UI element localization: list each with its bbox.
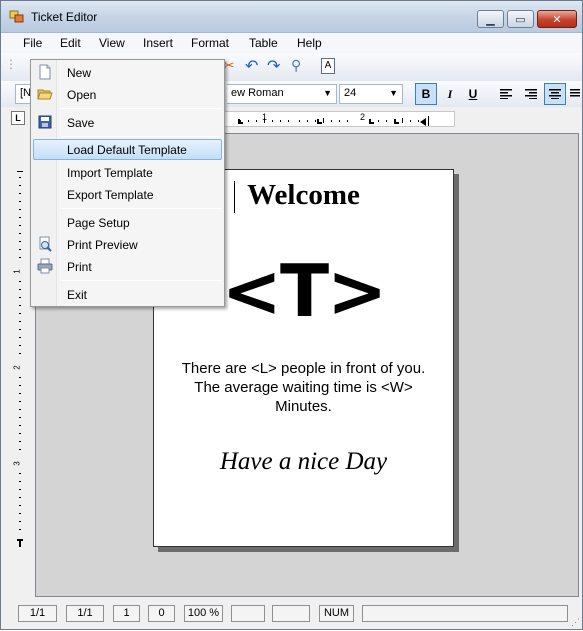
- status-field-empty-3: [362, 605, 568, 622]
- more-format-button[interactable]: [569, 83, 581, 105]
- floppy-disk-icon: [38, 115, 52, 129]
- underline-button[interactable]: U: [462, 83, 484, 105]
- italic-button[interactable]: I: [439, 83, 461, 105]
- menu-file[interactable]: File: [23, 36, 42, 50]
- menu-item-label: Save: [67, 116, 95, 130]
- menu-item-exit[interactable]: Exit: [33, 284, 222, 305]
- font-combo[interactable]: ew Roman ▼: [227, 84, 337, 104]
- vruler-label-1: 1: [12, 269, 22, 274]
- close-button[interactable]: ✕: [537, 10, 577, 28]
- vruler-label-3: 3: [12, 461, 22, 466]
- undo-icon[interactable]: ↶: [245, 56, 258, 76]
- menu-item-label: Export Template: [67, 188, 154, 202]
- text-caret: [234, 181, 235, 213]
- toolbar-grip-icon: ⋮: [5, 57, 17, 71]
- align-left-icon: [500, 89, 512, 99]
- folder-open-icon: [37, 89, 53, 100]
- menu-item-label: Load Default Template: [67, 143, 187, 157]
- menu-separator: [61, 108, 222, 109]
- italic-label: I: [447, 86, 453, 101]
- menu-format[interactable]: Format: [191, 36, 229, 50]
- menu-table[interactable]: Table: [249, 36, 278, 50]
- window-title: Ticket Editor: [31, 10, 98, 24]
- tab-stop-selector[interactable]: L: [11, 111, 25, 125]
- menu-help[interactable]: Help: [297, 36, 322, 50]
- menu-item-page-setup[interactable]: Page Setup: [33, 212, 222, 233]
- new-document-icon: [39, 64, 51, 80]
- menu-bar: File Edit View Insert Format Table Help: [1, 33, 582, 53]
- menu-item-label: Import Template: [67, 166, 153, 180]
- menu-view[interactable]: View: [99, 36, 125, 50]
- print-preview-icon: [39, 236, 52, 252]
- menu-item-import-template[interactable]: Import Template: [33, 162, 222, 183]
- menu-item-save[interactable]: Save: [33, 112, 222, 133]
- vertical-ruler[interactable]: 1 2 3: [13, 133, 27, 551]
- status-zoom: 100 %: [184, 605, 223, 622]
- redo-icon[interactable]: ↷: [267, 56, 280, 76]
- vruler-ticks: [17, 171, 23, 547]
- title-bar[interactable]: Ticket Editor ▁ ▭ ✕: [1, 1, 582, 33]
- menu-item-load-default-template[interactable]: Load Default Template: [33, 139, 222, 160]
- ruler-label-2: 2: [360, 112, 366, 122]
- minimize-icon: ▁: [486, 13, 495, 26]
- status-page: 1/1: [18, 605, 57, 622]
- menu-insert[interactable]: Insert: [143, 36, 173, 50]
- app-window: Ticket Editor ▁ ▭ ✕ File Edit View Inser…: [0, 0, 583, 630]
- status-line: 1: [113, 605, 140, 622]
- align-left-button[interactable]: [495, 83, 517, 105]
- menu-item-label: Print: [67, 260, 92, 274]
- resize-grip-icon[interactable]: ⋰: [571, 617, 581, 627]
- menu-item-print-preview[interactable]: Print Preview: [33, 234, 222, 255]
- file-menu-dropdown: New Open Save Load Default Template Impo…: [30, 59, 225, 307]
- align-center-button[interactable]: [544, 83, 566, 105]
- status-column: 0: [148, 605, 175, 622]
- bold-label: B: [421, 87, 431, 101]
- menu-separator: [61, 280, 222, 281]
- menu-item-label: Page Setup: [67, 216, 130, 230]
- menu-separator: [61, 208, 222, 209]
- app-icon: [9, 10, 24, 23]
- printer-icon: [37, 258, 53, 274]
- maximize-icon: ▭: [515, 13, 526, 26]
- maximize-button[interactable]: ▭: [507, 10, 534, 28]
- ruler-label-1: 1: [262, 112, 268, 122]
- menu-item-open[interactable]: Open: [33, 84, 222, 105]
- vruler-label-2: 2: [12, 365, 22, 370]
- status-section: 1/1: [66, 605, 104, 622]
- font-size-value: 24: [344, 87, 357, 99]
- font-dialog-icon[interactable]: A: [321, 58, 335, 74]
- status-field-empty-2: [272, 605, 310, 622]
- find-icon[interactable]: ⚲: [291, 57, 301, 74]
- status-field-empty-1: [231, 605, 265, 622]
- menu-item-label: Open: [67, 88, 97, 102]
- menu-item-export-template[interactable]: Export Template: [33, 184, 222, 205]
- minimize-button[interactable]: ▁: [477, 10, 504, 28]
- status-num-lock: NUM: [319, 605, 354, 622]
- menu-item-label: Print Preview: [67, 238, 138, 252]
- align-right-button[interactable]: [520, 83, 542, 105]
- menu-separator: [61, 136, 222, 137]
- font-combo-value: ew Roman: [231, 87, 284, 99]
- close-icon: ✕: [552, 13, 562, 26]
- align-right-icon: [525, 89, 537, 99]
- menu-item-label: New: [67, 66, 92, 80]
- menu-item-new[interactable]: New: [33, 62, 222, 83]
- bold-button[interactable]: B: [415, 83, 437, 105]
- chevron-down-icon: ▼: [389, 88, 398, 98]
- menu-item-label: Exit: [67, 288, 88, 302]
- menu-edit[interactable]: Edit: [60, 36, 81, 50]
- justify-icon: [570, 89, 580, 97]
- chevron-down-icon: ▼: [323, 88, 332, 98]
- menu-item-print[interactable]: Print: [33, 256, 222, 277]
- align-center-icon: [549, 89, 561, 99]
- underline-label: U: [468, 87, 478, 101]
- font-size-combo[interactable]: 24 ▼: [339, 84, 403, 104]
